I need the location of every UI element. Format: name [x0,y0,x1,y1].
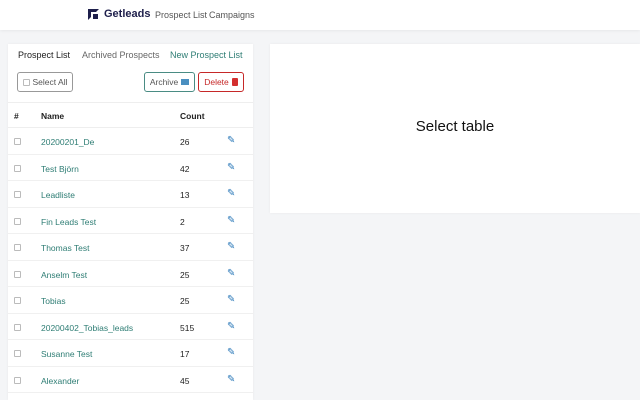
top-navbar: Getleads Prospect List Campaigns [0,0,640,30]
table-row: Alexander 45 ✎ [8,367,253,393]
table-header: # Name Count [8,102,253,128]
getleads-logo-icon [88,8,99,20]
table-row: Fin Leads Test 2 ✎ [8,208,253,234]
trash-icon [231,78,238,86]
edit-icon[interactable]: ✎ [227,347,235,358]
archive-button[interactable]: Archive [144,72,195,92]
row-checkbox[interactable] [14,191,21,198]
nav-prospect-list[interactable]: Prospect List [155,10,207,20]
nav-campaigns[interactable]: Campaigns [209,10,255,20]
prospect-list-name-link[interactable]: 20200402_Tobias_leads [41,323,133,333]
prospect-list-name-link[interactable]: Leadliste [41,190,75,200]
edit-icon[interactable]: ✎ [227,241,235,252]
prospect-count: 25 [180,269,190,280]
row-checkbox[interactable] [14,138,21,145]
prospect-list-panel: Prospect List Archived Prospects New Pro… [8,44,253,400]
select-all-button[interactable]: Select All [17,72,73,92]
archive-icon [181,79,190,85]
row-checkbox[interactable] [14,350,21,357]
prospect-count: 45 [180,375,190,386]
table-row: Tobias 25 ✎ [8,287,253,314]
table-row: Test Björn 42 ✎ [8,155,253,181]
tab-new-prospect-list[interactable]: New Prospect List [170,50,243,60]
prospect-list-name-link[interactable]: Anselm Test [41,270,87,280]
prospect-list-name-link[interactable]: Test Björn [41,164,79,174]
prospect-list-name-link[interactable]: 20200201_De [41,137,94,147]
row-checkbox[interactable] [14,217,21,225]
table-view-panel: Select table [270,44,640,213]
table-row: Leadliste 13 ✎ [8,181,253,208]
row-checkbox[interactable] [14,270,21,278]
checkbox-icon [22,78,30,86]
archive-label: Archive [149,77,179,87]
delete-label: Delete [204,77,229,87]
table-row: Thomas Test 37 ✎ [8,234,253,261]
prospect-count: 17 [180,349,190,359]
tab-archived-prospects[interactable]: Archived Prospects [82,50,160,60]
prospect-list-name-link[interactable]: Alexander [41,376,79,386]
edit-icon[interactable]: ✎ [227,294,235,305]
brand-name: Getleads [104,8,151,20]
brand-logo[interactable]: Getleads [88,8,150,20]
prospect-count: 25 [180,296,190,306]
edit-icon[interactable]: ✎ [227,162,235,173]
prospect-list-name-link[interactable]: Thomas Test [41,243,90,253]
edit-icon[interactable]: ✎ [227,321,235,332]
prospect-count: 515 [180,322,195,333]
table-row: Susanne Test 17 ✎ [8,340,253,367]
select-all-label: Select All [32,77,68,87]
header-index: # [14,111,19,121]
prospect-list-name-link[interactable]: Tobias [41,296,66,306]
prospect-list-name-link[interactable]: Susanne Test [41,349,92,359]
edit-icon[interactable]: ✎ [227,135,235,146]
tab-prospect-list[interactable]: Prospect List [18,50,70,60]
edit-icon[interactable]: ✎ [227,215,235,226]
prospect-list-name-link[interactable]: Fin Leads Test [41,217,96,227]
table-row: Anselm Test 25 ✎ [8,261,253,287]
prospect-count: 42 [180,163,190,174]
row-checkbox[interactable] [14,323,21,331]
row-checkbox[interactable] [14,244,21,251]
prospect-count: 13 [180,190,190,200]
row-checkbox[interactable] [14,164,21,172]
prospect-count: 37 [180,243,190,253]
edit-icon[interactable]: ✎ [227,268,235,279]
table-row: 20200402_Tobias_leads 515 ✎ [8,314,253,340]
select-table-message: Select table [415,118,495,135]
table-row: 20200201_De 26 ✎ [8,128,253,155]
delete-button[interactable]: Delete [198,72,244,92]
prospect-count: 26 [180,137,190,147]
edit-icon[interactable]: ✎ [227,374,235,385]
row-checkbox[interactable] [14,376,21,384]
header-count: Count [180,111,205,121]
prospect-count: 2 [180,216,185,227]
edit-icon[interactable]: ✎ [227,188,235,199]
header-name: Name [41,111,65,121]
row-checkbox[interactable] [14,297,21,304]
